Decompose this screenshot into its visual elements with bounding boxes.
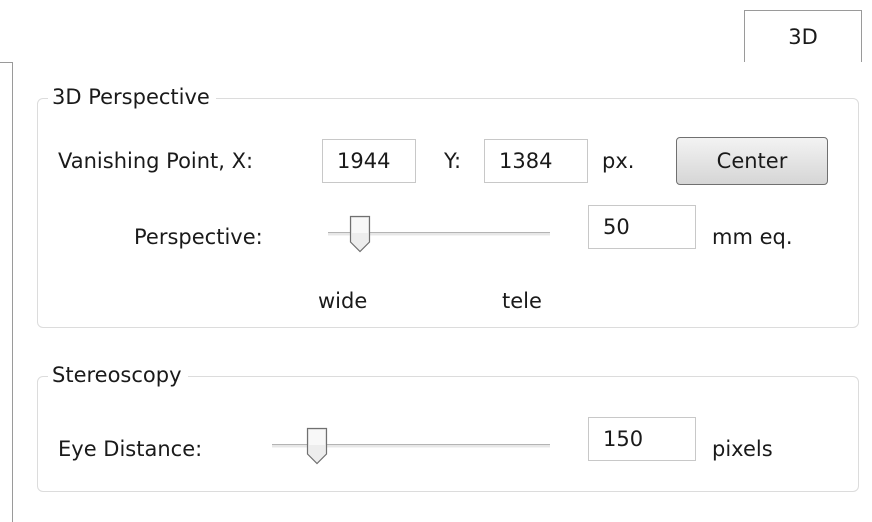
eye-distance-value-input[interactable]: 150	[588, 417, 696, 461]
stereoscopy-group: Stereoscopy Eye Distance: 150 pixels	[37, 363, 859, 492]
perspective-slider[interactable]	[328, 215, 550, 255]
center-button-label: Center	[716, 149, 788, 173]
tele-label: tele	[502, 289, 542, 313]
eye-distance-slider-thumb[interactable]	[305, 427, 329, 465]
perspective-label: Perspective:	[134, 225, 263, 249]
perspective-slider-thumb[interactable]	[348, 215, 372, 253]
vanishing-point-y-label: Y:	[444, 149, 462, 173]
px-unit-label: px.	[602, 149, 635, 173]
tab-panel-3d: 3D Perspective Vanishing Point, X: 1944 …	[12, 62, 872, 522]
tab-3d[interactable]: 3D	[744, 10, 862, 63]
perspective-unit-label: mm eq.	[712, 225, 793, 249]
eye-distance-label: Eye Distance:	[58, 437, 203, 461]
center-button[interactable]: Center	[676, 137, 828, 185]
tab-3d-label: 3D	[788, 25, 818, 49]
perspective-group-title: 3D Perspective	[48, 85, 216, 109]
eye-distance-slider[interactable]	[272, 427, 550, 467]
stereoscopy-group-title: Stereoscopy	[48, 363, 188, 387]
vanishing-point-y-input[interactable]: 1384	[484, 139, 588, 183]
wide-label: wide	[318, 289, 368, 313]
vanishing-point-x-input[interactable]: 1944	[322, 139, 416, 183]
perspective-group: 3D Perspective Vanishing Point, X: 1944 …	[37, 85, 859, 328]
eye-distance-unit-label: pixels	[712, 437, 773, 461]
perspective-value-input[interactable]: 50	[588, 205, 696, 249]
vanishing-point-x-label: Vanishing Point, X:	[58, 149, 254, 173]
